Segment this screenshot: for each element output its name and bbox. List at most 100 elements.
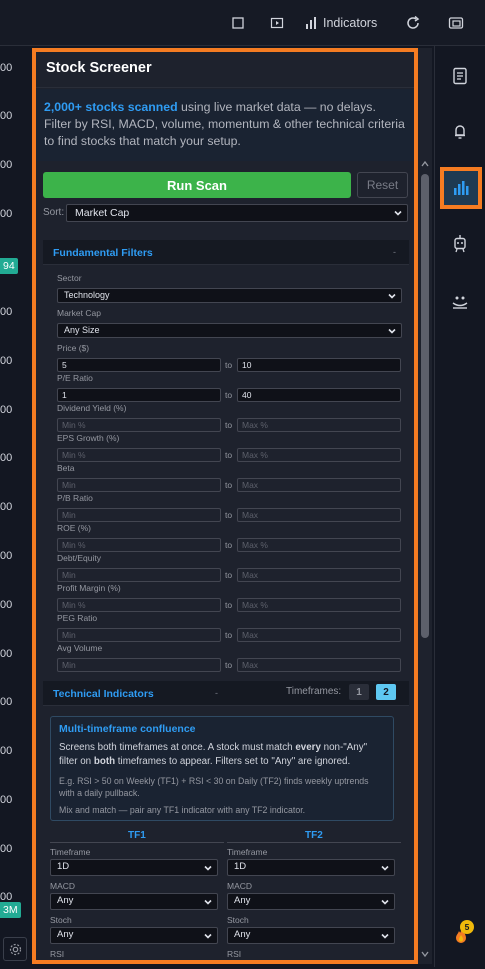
range-max-input[interactable]: Max	[237, 628, 401, 642]
range-filter-label: ROE (%)	[57, 523, 91, 533]
range-min-input[interactable]: Min	[57, 628, 221, 642]
price-tick: 00	[0, 306, 13, 318]
range-to-label: to	[225, 570, 233, 580]
sector-select[interactable]: Technology	[57, 288, 402, 303]
range-filter-label: Price ($)	[57, 343, 90, 353]
range-min-input[interactable]: Min %	[57, 448, 221, 462]
price-tick: 00	[0, 501, 13, 513]
square-icon[interactable]	[231, 13, 245, 33]
fundamental-filters-header[interactable]: Fundamental Filters -	[43, 240, 409, 265]
alerts-icon[interactable]	[449, 121, 471, 143]
timeframe-count-2-button[interactable]: 2	[376, 684, 396, 700]
range-max-input[interactable]: Max %	[237, 448, 401, 462]
range-min-input[interactable]: Min	[57, 658, 221, 672]
price-badge: 94	[0, 258, 18, 274]
chevron-down-icon	[381, 899, 389, 905]
range-max-input[interactable]: Max %	[237, 598, 401, 612]
top-toolbar: Indicators	[0, 0, 485, 46]
tf1-macd-value: Any	[57, 895, 74, 906]
robot-icon[interactable]	[449, 233, 471, 255]
range-max-input[interactable]: 40	[237, 388, 401, 402]
price-tick: 00	[0, 550, 13, 562]
chevron-down-icon	[204, 865, 212, 871]
tf1-macd-label: MACD	[50, 881, 76, 891]
timeframe-count-1-button[interactable]: 1	[349, 684, 369, 700]
screener-chart-icon	[454, 181, 469, 195]
tf1-stoch-select[interactable]: Any	[50, 927, 218, 944]
range-min-input[interactable]: Min	[57, 478, 221, 492]
range-max-input[interactable]: Max %	[237, 538, 401, 552]
tf2-rsi-label: RSI	[227, 949, 242, 959]
price-tick: 00	[0, 843, 13, 855]
tf1-macd-select[interactable]: Any	[50, 893, 218, 910]
range-max-input[interactable]: Max	[237, 508, 401, 522]
watchlist-icon[interactable]	[449, 65, 471, 87]
tf2-timeframe-select[interactable]: 1D	[227, 859, 395, 876]
tf2-macd-select[interactable]: Any	[227, 893, 395, 910]
chart-settings-button[interactable]	[3, 937, 27, 961]
market-cap-select[interactable]: Any Size	[57, 323, 402, 338]
range-max-input[interactable]: Max	[237, 478, 401, 492]
reset-button[interactable]: Reset	[357, 172, 408, 198]
indicators-label: Indicators	[323, 16, 378, 30]
chevron-down-icon	[381, 865, 389, 871]
range-max-input[interactable]: Max	[237, 568, 401, 582]
market-cap-value: Any Size	[64, 325, 100, 335]
indicators-button[interactable]: Indicators	[305, 13, 377, 33]
price-tick: 00	[0, 745, 13, 757]
sort-select[interactable]: Market Cap	[66, 204, 408, 222]
run-scan-button[interactable]: Run Scan	[43, 172, 351, 198]
range-to-label: to	[225, 480, 233, 490]
tf2-stoch-value: Any	[234, 929, 251, 940]
sort-label: Sort:	[43, 207, 65, 218]
range-filter-label: Avg Volume	[57, 643, 103, 653]
range-max-input[interactable]: Max	[237, 658, 401, 672]
tf1-timeframe-select[interactable]: 1D	[50, 859, 218, 876]
range-max-input[interactable]: 10	[237, 358, 401, 372]
fundamental-filters-title: Fundamental Filters	[53, 247, 153, 259]
range-min-input[interactable]: 5	[57, 358, 221, 372]
technical-indicators-header[interactable]: Technical Indicators - Timeframes: 1 2	[43, 681, 409, 706]
tf1-title: TF1	[128, 830, 146, 841]
tf2-timeframe-label: Timeframe	[227, 847, 268, 857]
range-filter-label: P/E Ratio	[57, 373, 93, 383]
range-filter-label: Debt/Equity	[57, 553, 101, 563]
tf1-timeframe-label: Timeframe	[50, 847, 91, 857]
tf1-stoch-value: Any	[57, 929, 74, 940]
range-filter-label: Beta	[57, 463, 75, 473]
sector-label: Sector	[57, 273, 82, 283]
stock-screener-tab[interactable]	[440, 167, 482, 209]
range-filter-label: Profit Margin (%)	[57, 583, 121, 593]
range-min-input[interactable]: 1	[57, 388, 221, 402]
range-to-label: to	[225, 510, 233, 520]
panel-scrollbar[interactable]	[418, 48, 432, 964]
replay-icon[interactable]	[270, 13, 285, 33]
chevron-down-icon	[204, 899, 212, 905]
range-max-input[interactable]: Max %	[237, 418, 401, 432]
tf2-stoch-select[interactable]: Any	[227, 927, 395, 944]
tf2-timeframe-value: 1D	[234, 861, 247, 872]
range-filter-label: EPS Growth (%)	[57, 433, 120, 443]
price-tick: 00	[0, 599, 13, 611]
tf2-macd-label: MACD	[227, 881, 253, 891]
range-min-input[interactable]: Min %	[57, 418, 221, 432]
mtf-description: Screens both timeframes at once. A stock…	[59, 742, 368, 767]
notifications-button[interactable]: 5	[452, 920, 474, 948]
notification-count-badge: 5	[460, 920, 474, 934]
price-tick: 00	[0, 355, 13, 367]
range-to-label: to	[225, 600, 233, 610]
sort-value: Market Cap	[75, 207, 130, 219]
screenshot-icon[interactable]	[448, 13, 465, 33]
range-min-input[interactable]: Min	[57, 508, 221, 522]
volume-badge: 3M	[0, 902, 21, 918]
range-filter-label: PEG Ratio	[57, 613, 98, 623]
range-min-input[interactable]: Min %	[57, 598, 221, 612]
intro-text: 2,000+ stocks scanned using live market …	[36, 89, 414, 161]
community-icon[interactable]	[449, 291, 471, 313]
range-min-input[interactable]: Min	[57, 568, 221, 582]
mtf-tip: Mix and match — pair any TF1 indicator w…	[59, 805, 306, 815]
range-min-input[interactable]: Min %	[57, 538, 221, 552]
chevron-down-icon	[388, 293, 396, 299]
sector-value: Technology	[64, 290, 110, 300]
refresh-icon[interactable]	[405, 13, 421, 33]
